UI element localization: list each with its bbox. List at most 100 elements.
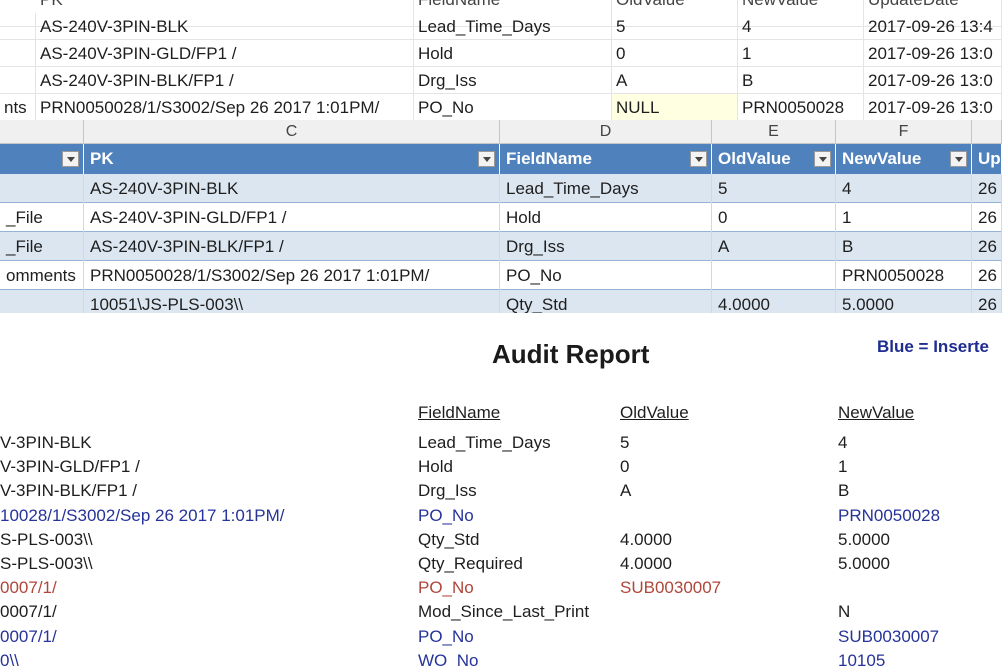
report-header-newvalue: NewValue: [838, 403, 915, 422]
sql-header-fieldname[interactable]: FieldName: [414, 0, 612, 13]
excel-cell-newvalue[interactable]: PRN0050028: [836, 261, 972, 290]
excel-cell-newvalue[interactable]: 5.0000: [836, 290, 972, 313]
sql-header-newvalue[interactable]: NewValue: [738, 0, 864, 13]
sql-header-oldvalue[interactable]: OldValue: [612, 0, 738, 13]
filter-dropdown-icon[interactable]: [478, 151, 495, 167]
excel-cell-newvalue[interactable]: 4: [836, 174, 972, 203]
sql-cell-pk[interactable]: AS-240V-3PIN-BLK: [36, 13, 414, 40]
excel-cell-fieldname[interactable]: Lead_Time_Days: [500, 174, 712, 203]
excel-cell-oldvalue[interactable]: 4.0000: [712, 290, 836, 313]
sql-cell-pk[interactable]: AS-240V-3PIN-BLK/FP1 /: [36, 67, 414, 94]
table-row[interactable]: AS-240V-3PIN-BLK Lead_Time_Days 5 4 26: [0, 174, 1002, 203]
excel-cell-oldvalue[interactable]: A: [712, 232, 836, 261]
table-row[interactable]: nts PRN0050028/1/S3002/Sep 26 2017 1:01PM…: [0, 94, 1002, 120]
excel-cell-fieldname[interactable]: Qty_Std: [500, 290, 712, 313]
report-cell-pk: 0007/1/: [0, 578, 57, 598]
table-header-row: PK FieldName OldValue NewValue Up: [0, 144, 1002, 174]
report-header-fieldname: FieldName: [418, 403, 501, 422]
excel-cell-fieldname[interactable]: Hold: [500, 203, 712, 232]
report-cell-pk: S-PLS-003\\: [0, 529, 93, 549]
filter-dropdown-icon[interactable]: [814, 151, 831, 167]
report-cell-pk: 10028/1/S3002/Sep 26 2017 1:01PM/: [0, 505, 285, 525]
report-cell-newvalue: 4: [838, 433, 848, 452]
excel-cell-updatedate[interactable]: 26: [972, 203, 1002, 232]
report-cell-fieldname: Qty_Std: [418, 529, 480, 549]
report-cell-newvalue: 10105: [838, 650, 886, 668]
sql-cell-label[interactable]: nts: [0, 94, 36, 120]
table-row[interactable]: 10051\JS-PLS-003\\ Qty_Std 4.0000 5.0000 26: [0, 290, 1002, 313]
sql-cell-newvalue[interactable]: PRN0050028: [738, 94, 864, 120]
sql-cell-updatedate[interactable]: 2017-09-26 13:0: [864, 40, 1002, 67]
sql-cell-fieldname[interactable]: Drg_Iss: [414, 67, 612, 94]
report-cell-fieldname: PO_No: [418, 505, 474, 525]
sql-cell-label[interactable]: [0, 13, 36, 40]
excel-cell-b[interactable]: omments: [0, 261, 84, 290]
report-header-oldvalue: OldValue: [620, 403, 689, 422]
report-cell-fieldname: Mod_Since_Last_Print: [418, 602, 590, 622]
excel-cell-b[interactable]: [0, 290, 84, 313]
sql-cell-oldvalue[interactable]: 0: [612, 40, 738, 67]
excel-cell-newvalue[interactable]: B: [836, 232, 972, 261]
sql-cell-newvalue[interactable]: B: [738, 67, 864, 94]
excel-cell-pk[interactable]: AS-240V-3PIN-BLK: [84, 174, 500, 203]
excel-cell-oldvalue[interactable]: 0: [712, 203, 836, 232]
table-row[interactable]: _File AS-240V-3PIN-BLK/FP1 /Drg_Iss A B 26: [0, 232, 1002, 261]
report-row: S-PLS-003\\ Qty_Std 4.0000 5.0000: [0, 529, 1002, 553]
report-cell-pk: 0\\: [0, 650, 19, 668]
sql-cell-label[interactable]: [0, 40, 36, 67]
excel-cell-fieldname[interactable]: PO_No: [500, 261, 712, 290]
excel-cell-updatedate[interactable]: 26: [972, 261, 1002, 290]
report-cell-newvalue: SUB0030007: [838, 626, 940, 646]
table-row[interactable]: omments PRN0050028/1/S3002/Sep 26 2017 1:…: [0, 261, 1002, 290]
sql-cell-oldvalue[interactable]: A: [612, 67, 738, 94]
column-letter-d[interactable]: D: [500, 120, 712, 144]
sql-cell-oldvalue[interactable]: NULL: [612, 94, 738, 120]
column-letter-c[interactable]: C: [84, 120, 500, 144]
sql-header-updatedate[interactable]: UpdateDate: [864, 0, 1002, 13]
excel-cell-newvalue[interactable]: 1: [836, 203, 972, 232]
sql-cell-updatedate[interactable]: 2017-09-26 13:0: [864, 67, 1002, 94]
filter-dropdown-icon[interactable]: [690, 151, 707, 167]
sql-cell-fieldname[interactable]: PO_No: [414, 94, 612, 120]
excel-cell-oldvalue[interactable]: [712, 261, 836, 290]
filter-dropdown-icon[interactable]: [62, 151, 79, 167]
excel-cell-pk[interactable]: 10051\JS-PLS-003\\: [84, 290, 500, 313]
column-letter-f[interactable]: F: [836, 120, 972, 144]
report-cell-newvalue: PRN0050028: [838, 505, 941, 525]
column-letter-e[interactable]: E: [712, 120, 836, 144]
table-row[interactable]: AS-240V-3PIN-BLK Lead_Time_Days 5 4 2017-09-…: [0, 13, 1002, 40]
sql-cell-oldvalue[interactable]: 5: [612, 13, 738, 40]
excel-cell-updatedate[interactable]: 26: [972, 232, 1002, 261]
excel-cell-b[interactable]: [0, 174, 84, 203]
report-cell-oldvalue: 5: [620, 433, 630, 452]
sql-cell-fieldname[interactable]: Lead_Time_Days: [414, 13, 612, 40]
excel-cell-updatedate[interactable]: 26: [972, 174, 1002, 203]
report-cell-oldvalue: A: [620, 481, 632, 501]
report-cell-oldvalue: 4.0000: [620, 554, 672, 573]
excel-cell-pk[interactable]: PRN0050028/1/S3002/Sep 26 2017 1:01PM/: [84, 261, 500, 290]
sql-cell-newvalue[interactable]: 1: [738, 40, 864, 67]
excel-cell-updatedate[interactable]: 26: [972, 290, 1002, 313]
sql-cell-newvalue[interactable]: 4: [738, 13, 864, 40]
column-letter-b[interactable]: [0, 120, 84, 144]
sql-cell-updatedate[interactable]: 2017-09-26 13:4: [864, 13, 1002, 40]
excel-cell-b[interactable]: _File: [0, 203, 84, 232]
sql-cell-pk[interactable]: PRN0050028/1/S3002/Sep 26 2017 1:01PM/: [36, 94, 414, 120]
sql-cell-pk[interactable]: AS-240V-3PIN-GLD/FP1 /: [36, 40, 414, 67]
table-row[interactable]: _File AS-240V-3PIN-GLD/FP1 /Hold 0 1 26: [0, 203, 1002, 232]
report-cell-pk: V-3PIN-GLD/FP1 /: [0, 457, 140, 477]
filter-dropdown-icon[interactable]: [950, 151, 967, 167]
column-letter-g[interactable]: [972, 120, 1002, 144]
report-row: V-3PIN-BLK Lead_Time_Days 5 4: [0, 432, 1002, 456]
sql-cell-label[interactable]: [0, 67, 36, 94]
table-row[interactable]: AS-240V-3PIN-GLD/FP1 /Hold 0 1 2017-09-26 1…: [0, 40, 1002, 67]
excel-cell-pk[interactable]: AS-240V-3PIN-GLD/FP1 /: [84, 203, 500, 232]
excel-cell-fieldname[interactable]: Drg_Iss: [500, 232, 712, 261]
excel-cell-b[interactable]: _File: [0, 232, 84, 261]
excel-cell-pk[interactable]: AS-240V-3PIN-BLK/FP1 /: [84, 232, 500, 261]
sql-header-pk[interactable]: PK: [36, 0, 414, 13]
table-row[interactable]: AS-240V-3PIN-BLK/FP1 /Drg_Iss A B 2017-09-2…: [0, 67, 1002, 94]
sql-cell-fieldname[interactable]: Hold: [414, 40, 612, 67]
sql-cell-updatedate[interactable]: 2017-09-26 13:0: [864, 94, 1002, 120]
excel-cell-oldvalue[interactable]: 5: [712, 174, 836, 203]
